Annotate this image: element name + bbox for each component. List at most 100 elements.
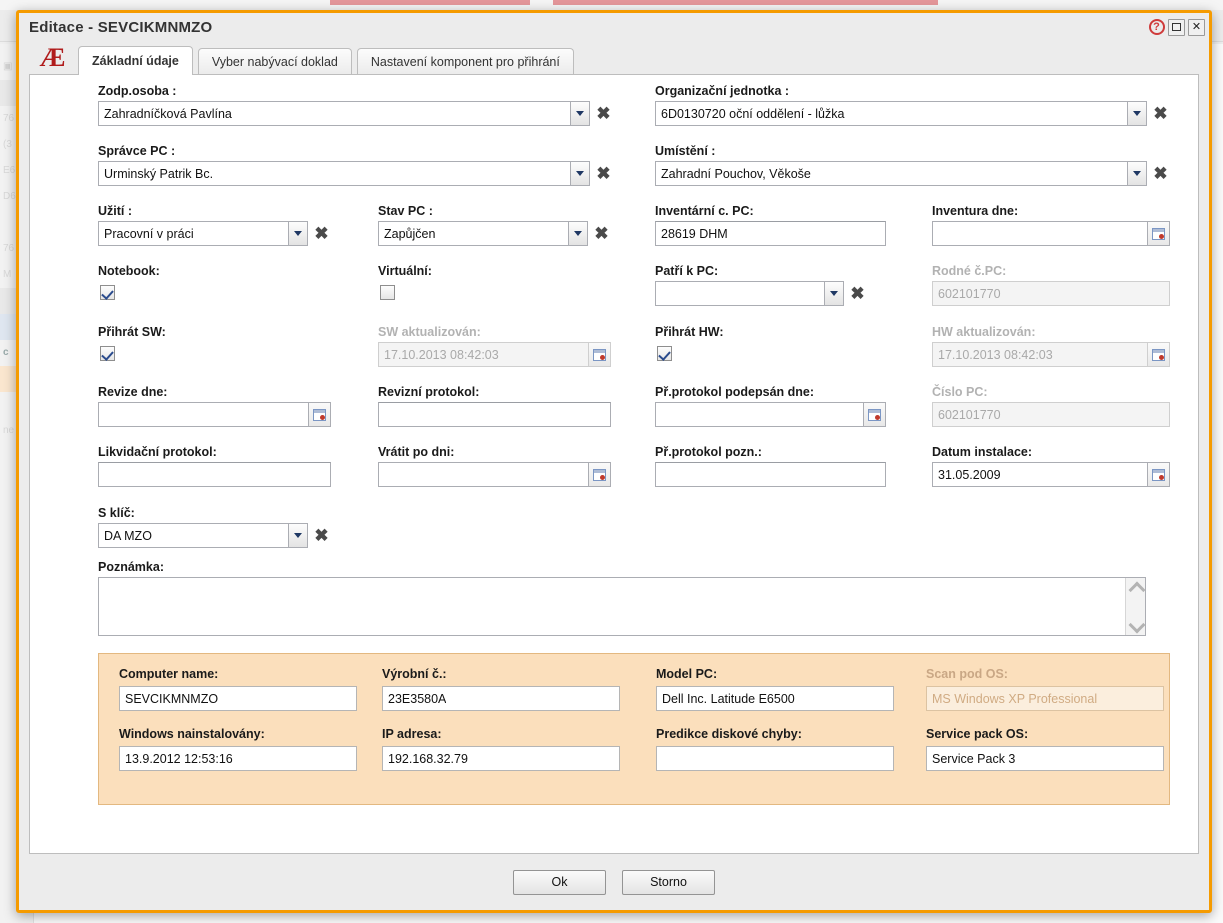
clear-icon[interactable]: ✖: [312, 523, 331, 548]
hw-aktualizovan-input: 17.10.2013 08:42:03: [932, 342, 1148, 367]
background-red-bar-1: [330, 0, 530, 5]
label-prihrat-hw: Přihrát HW:: [655, 325, 724, 339]
tab-zakladni-udaje[interactable]: Základní údaje: [78, 46, 193, 75]
field-stav-pc[interactable]: Zapůjčen ✖: [378, 221, 611, 246]
field-patri-k-pc[interactable]: ✖: [655, 281, 867, 306]
pr-protokol-podepsan-dne-input[interactable]: [655, 402, 864, 427]
patri-k-pc-input[interactable]: [655, 281, 825, 306]
field-value: 23E3580A: [388, 692, 446, 706]
vratit-po-dni-input[interactable]: [378, 462, 589, 487]
chevron-down-icon[interactable]: [289, 221, 308, 246]
dialog-titlebar[interactable]: Editace - SEVCIKMNMZO ? ✕: [19, 13, 1209, 41]
uziti-input[interactable]: Pracovní v práci: [98, 221, 289, 246]
umisteni-input[interactable]: Zahradní Pouchov, Věkoše: [655, 161, 1128, 186]
label-hw-aktualizovan: HW aktualizován:: [932, 325, 1036, 339]
stav-pc-input[interactable]: Zapůjčen: [378, 221, 569, 246]
checkbox-prihrat-hw[interactable]: [657, 346, 672, 361]
checkbox-virtualni[interactable]: [380, 285, 395, 300]
checkbox-prihrat-sw[interactable]: [100, 346, 115, 361]
clear-icon[interactable]: ✖: [592, 221, 611, 246]
zodp-osoba-input[interactable]: Zahradníčková Pavlína: [98, 101, 571, 126]
field-organizacni-jednotka[interactable]: 6D0130720 oční oddělení - lůžka ✖: [655, 101, 1170, 126]
window-controls: ? ✕: [1148, 19, 1205, 36]
label-datum-instalace: Datum instalace:: [932, 445, 1032, 459]
field-pr-protokol-podepsan-dne[interactable]: [655, 402, 886, 427]
windows-nainstalovany-input[interactable]: 13.9.2012 12:53:16: [119, 746, 357, 771]
field-s-klic[interactable]: DA MZO ✖: [98, 523, 331, 548]
clear-icon[interactable]: ✖: [1151, 161, 1170, 186]
checkbox-notebook[interactable]: [100, 285, 115, 300]
chevron-down-icon[interactable]: [1130, 619, 1142, 631]
label-inventarni-c-pc: Inventární c. PC:: [655, 204, 754, 218]
chevron-down-icon[interactable]: [569, 221, 588, 246]
poznamka-scrollbar[interactable]: [1125, 578, 1145, 635]
clear-icon[interactable]: ✖: [312, 221, 331, 246]
inventarni-c-pc-input[interactable]: 28619 DHM: [655, 221, 886, 246]
ip-adresa-input[interactable]: 192.168.32.79: [382, 746, 620, 771]
chevron-down-icon[interactable]: [571, 161, 590, 186]
likvidacni-protokol-input[interactable]: [98, 462, 331, 487]
computer-name-input[interactable]: SEVCIKMNMZO: [119, 686, 357, 711]
ok-button[interactable]: Ok: [513, 870, 606, 895]
tab-nastaveni-komponent[interactable]: Nastavení komponent pro přihrání: [357, 48, 574, 75]
field-vratit-po-dni[interactable]: [378, 462, 611, 487]
calendar-icon[interactable]: [309, 402, 331, 427]
model-pc-input[interactable]: Dell Inc. Latitude E6500: [656, 686, 894, 711]
field-umisteni[interactable]: Zahradní Pouchov, Věkoše ✖: [655, 161, 1170, 186]
maximize-button[interactable]: [1168, 19, 1185, 36]
chevron-down-icon[interactable]: [825, 281, 844, 306]
spravce-pc-input[interactable]: Urminský Patrik Bc.: [98, 161, 571, 186]
label-windows-nainstalovany: Windows nainstalovány:: [119, 727, 265, 741]
field-spravce-pc[interactable]: Urminský Patrik Bc. ✖: [98, 161, 613, 186]
chevron-down-icon[interactable]: [1128, 161, 1147, 186]
label-patri-k-pc: Patří k PC:: [655, 264, 718, 278]
organizacni-jednotka-input[interactable]: 6D0130720 oční oddělení - lůžka: [655, 101, 1128, 126]
label-pr-protokol-podepsan-dne: Př.protokol podepsán dne:: [655, 385, 814, 399]
field-revize-dne[interactable]: [98, 402, 331, 427]
clear-icon[interactable]: ✖: [848, 281, 867, 306]
poznamka-textarea[interactable]: [99, 578, 1125, 635]
field-poznamka[interactable]: [98, 577, 1146, 636]
field-value: 13.9.2012 12:53:16: [125, 752, 233, 766]
label-poznamka: Poznámka:: [98, 560, 164, 574]
service-pack-os-input[interactable]: Service Pack 3: [926, 746, 1164, 771]
revizni-protokol-input[interactable]: [378, 402, 611, 427]
chevron-down-icon[interactable]: [289, 523, 308, 548]
label-sw-aktualizovan: SW aktualizován:: [378, 325, 481, 339]
inventura-dne-input[interactable]: [932, 221, 1148, 246]
cancel-button[interactable]: Storno: [622, 870, 715, 895]
chevron-down-icon[interactable]: [1128, 101, 1147, 126]
calendar-icon[interactable]: [1148, 462, 1170, 487]
pr-protokol-pozn-input[interactable]: [655, 462, 886, 487]
label-vratit-po-dni: Vrátit po dni:: [378, 445, 454, 459]
question-mark-icon: ?: [1149, 19, 1165, 35]
calendar-icon[interactable]: [1148, 221, 1170, 246]
ae-logo-icon: Æ: [29, 44, 73, 74]
tab-vyber-nabyvaci-doklad[interactable]: Vyber nabývací doklad: [198, 48, 352, 75]
field-datum-instalace[interactable]: 31.05.2009: [932, 462, 1170, 487]
chevron-down-icon[interactable]: [571, 101, 590, 126]
datum-instalace-input[interactable]: 31.05.2009: [932, 462, 1148, 487]
s-klic-input[interactable]: DA MZO: [98, 523, 289, 548]
clear-icon[interactable]: ✖: [594, 161, 613, 186]
field-uziti[interactable]: Pracovní v práci ✖: [98, 221, 331, 246]
revize-dne-input[interactable]: [98, 402, 309, 427]
close-button[interactable]: ✕: [1188, 19, 1205, 36]
rodne-c-pc-input: 602101770: [932, 281, 1170, 306]
clear-icon[interactable]: ✖: [1151, 101, 1170, 126]
label-ip-adresa: IP adresa:: [382, 727, 442, 741]
field-zodp-osoba[interactable]: Zahradníčková Pavlína ✖: [98, 101, 613, 126]
predikce-diskove-chyby-input[interactable]: [656, 746, 894, 771]
label-pr-protokol-pozn: Př.protokol pozn.:: [655, 445, 762, 459]
label-rodne-c-pc: Rodné č.PC:: [932, 264, 1006, 278]
calendar-icon[interactable]: [864, 402, 886, 427]
clear-icon[interactable]: ✖: [594, 101, 613, 126]
chevron-up-icon[interactable]: [1130, 582, 1142, 594]
vyrobni-c-input[interactable]: 23E3580A: [382, 686, 620, 711]
calendar-icon[interactable]: [589, 462, 611, 487]
field-value: Service Pack 3: [932, 752, 1015, 766]
field-value: MS Windows XP Professional: [932, 692, 1097, 706]
field-inventura-dne[interactable]: [932, 221, 1170, 246]
help-button[interactable]: ?: [1148, 19, 1165, 36]
label-umisteni: Umístění :: [655, 144, 715, 158]
